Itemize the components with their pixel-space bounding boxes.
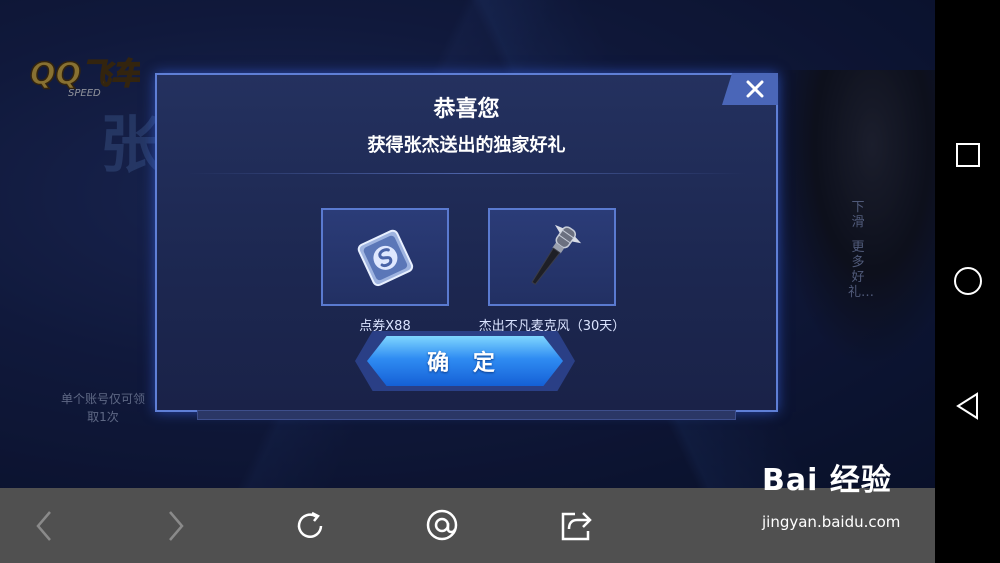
home-icon xyxy=(954,267,982,295)
comment-icon xyxy=(426,509,458,541)
microphone-icon xyxy=(531,224,582,286)
android-navigation-bar xyxy=(935,0,1000,563)
refresh-button[interactable] xyxy=(290,506,330,546)
share-icon xyxy=(561,512,592,541)
watermark-url: jingyan.baidu.com xyxy=(762,513,901,531)
back-icon xyxy=(956,392,978,420)
watermark-brand: Bai 经验 xyxy=(762,463,892,498)
share-button[interactable] xyxy=(556,506,596,546)
dialog-subtitle: 获得张杰送出的独家好礼 xyxy=(367,135,566,156)
dialog-divider xyxy=(187,173,746,174)
confirm-button[interactable]: 确 定 xyxy=(367,336,563,386)
back-button[interactable] xyxy=(24,506,64,546)
recent-apps-icon xyxy=(956,143,980,167)
home-button[interactable] xyxy=(952,265,984,297)
prize-slot-microphone xyxy=(488,208,616,306)
back-nav-button[interactable] xyxy=(952,390,984,422)
prize-slot-coupon xyxy=(321,208,449,306)
confirm-button-frame: 确 定 xyxy=(355,331,575,391)
comment-button[interactable] xyxy=(423,506,463,546)
dialog-title: 恭喜您 xyxy=(433,97,500,122)
back-arrow-icon xyxy=(36,511,51,541)
game-background: QQ飞车 SPEED 张杰 单个账号仅可领取1次 下滑 更多好礼… 恭喜您 获得… xyxy=(0,0,935,488)
refresh-icon xyxy=(297,511,323,538)
forward-button[interactable] xyxy=(156,506,196,546)
coupon-card-icon xyxy=(357,229,414,287)
reward-dialog: 恭喜您 获得张杰送出的独家好礼 点券X88 杰出不凡麦克风（30天） 确 定 xyxy=(155,73,778,420)
baidu-jingyan-watermark: Bai 经验 jingyan.baidu.com xyxy=(762,455,900,531)
recent-apps-button[interactable] xyxy=(952,139,984,171)
forward-arrow-icon xyxy=(169,511,184,541)
